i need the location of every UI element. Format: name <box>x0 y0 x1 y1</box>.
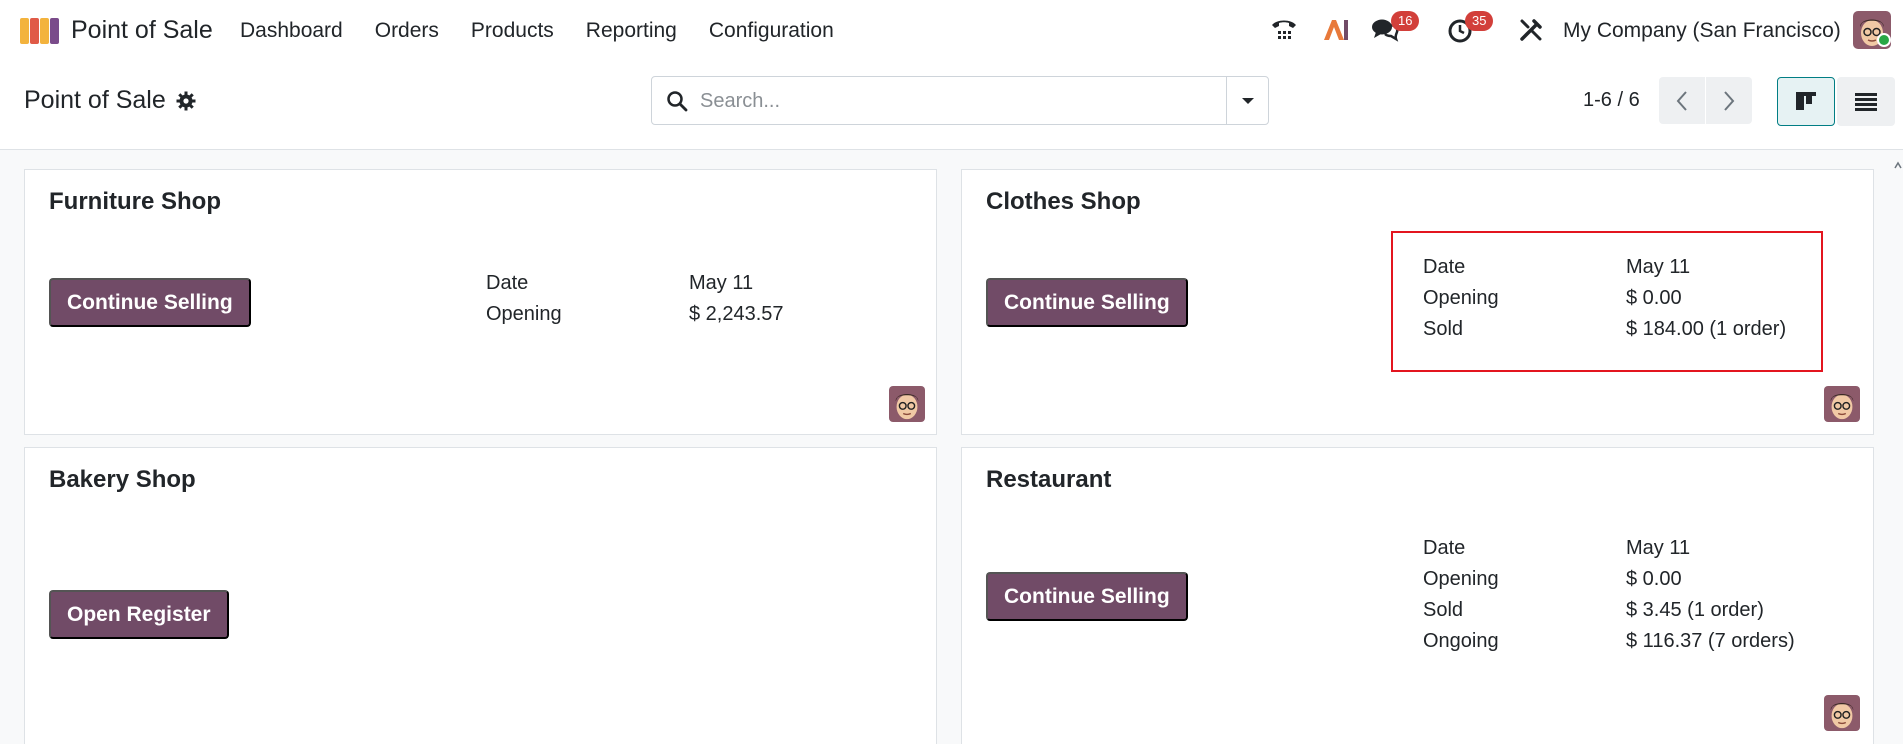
pager-next-button[interactable] <box>1706 77 1752 124</box>
stat-label: Opening <box>1423 568 1499 590</box>
menu-item-configuration[interactable]: Configuration <box>709 19 834 43</box>
stat-label: Date <box>1423 537 1466 559</box>
stat-label: Ongoing <box>1423 630 1499 652</box>
stat-row: Ongoing $ 116.37 (7 orders) <box>1423 630 1795 661</box>
tools-icon[interactable] <box>1515 14 1547 46</box>
stat-value: $ 3.45 (1 order) <box>1626 599 1764 621</box>
gear-icon[interactable] <box>176 91 196 111</box>
ai-icon[interactable] <box>1320 14 1352 46</box>
stat-value: $ 116.37 (7 orders) <box>1626 630 1795 652</box>
card-title[interactable]: Bakery Shop <box>49 466 196 494</box>
messages-badge: 16 <box>1391 11 1420 31</box>
breadcrumb: Point of Sale <box>24 86 196 115</box>
pos-card-furniture-shop[interactable]: Furniture Shop Continue Selling Date May… <box>24 169 937 435</box>
stat-row: Opening $ 2,243.57 <box>486 303 784 334</box>
top-navbar: Point of Sale Dashboard Orders Products … <box>0 0 1903 60</box>
responsible-avatar[interactable] <box>889 386 925 422</box>
list-icon <box>1855 92 1877 111</box>
stat-row: Opening $ 0.00 <box>1423 568 1795 599</box>
card-title[interactable]: Clothes Shop <box>986 188 1141 216</box>
pos-card-restaurant[interactable]: Restaurant Continue Selling Date May 11 … <box>961 447 1874 744</box>
pager-value[interactable]: 1-6 / 6 <box>1583 89 1640 112</box>
pos-app-icon[interactable] <box>20 16 60 44</box>
chevron-right-icon <box>1724 90 1735 111</box>
company-switcher[interactable]: My Company (San Francisco) <box>1563 19 1841 43</box>
activities-badge: 35 <box>1465 11 1494 31</box>
search-box <box>651 76 1269 125</box>
continue-selling-button[interactable]: Continue Selling <box>986 572 1188 621</box>
stat-row: Date May 11 <box>486 272 784 303</box>
search-input[interactable] <box>700 87 1200 115</box>
continue-selling-button[interactable]: Continue Selling <box>986 278 1188 327</box>
pos-card-clothes-shop[interactable]: Clothes Shop Continue Selling Date May 1… <box>961 169 1874 435</box>
menu-item-products[interactable]: Products <box>471 19 554 43</box>
main-menu: Dashboard Orders Products Reporting Conf… <box>240 19 866 43</box>
kanban-view-button[interactable] <box>1777 77 1835 126</box>
stat-row: Sold $ 3.45 (1 order) <box>1423 599 1795 630</box>
kanban-icon <box>1796 91 1816 110</box>
menu-item-reporting[interactable]: Reporting <box>586 19 677 43</box>
continue-selling-button[interactable]: Continue Selling <box>49 278 251 327</box>
phone-icon[interactable] <box>1268 14 1300 46</box>
pos-card-bakery-shop[interactable]: Bakery Shop Open Register <box>24 447 937 744</box>
stat-value: $ 2,243.57 <box>689 303 784 325</box>
menu-item-orders[interactable]: Orders <box>375 19 439 43</box>
stat-value: May 11 <box>689 272 754 294</box>
list-view-button[interactable] <box>1837 77 1895 126</box>
stat-label: Sold <box>1423 599 1464 621</box>
menu-item-dashboard[interactable]: Dashboard <box>240 19 343 43</box>
stat-row: Date May 11 <box>1423 537 1795 568</box>
highlight-box <box>1391 231 1823 372</box>
card-title[interactable]: Furniture Shop <box>49 188 221 216</box>
app-name[interactable]: Point of Sale <box>71 16 213 45</box>
chevron-left-icon <box>1676 90 1687 111</box>
card-title[interactable]: Restaurant <box>986 466 1111 494</box>
session-stats: Date May 11 Opening $ 0.00 Sold $ 3.45 (… <box>1423 537 1795 661</box>
pager-previous-button[interactable] <box>1659 77 1705 124</box>
search-icon <box>667 91 688 112</box>
control-panel: Point of Sale Search... 1-6 / 6 <box>0 60 1903 150</box>
responsible-avatar[interactable] <box>1824 386 1860 422</box>
stat-label: Date <box>486 272 529 294</box>
stat-value: $ 0.00 <box>1626 568 1682 590</box>
stat-value: May 11 <box>1626 537 1691 559</box>
responsible-avatar[interactable] <box>1824 695 1860 731</box>
session-stats: Date May 11 Opening $ 2,243.57 <box>486 272 784 334</box>
scrollbar-arrow-icon[interactable] <box>1893 160 1903 170</box>
caret-down-icon <box>1242 97 1254 104</box>
open-register-button[interactable]: Open Register <box>49 590 229 639</box>
online-status-dot <box>1877 33 1891 47</box>
search-options-toggle[interactable] <box>1226 77 1269 124</box>
page-title: Point of Sale <box>24 86 166 114</box>
stat-label: Opening <box>486 303 562 325</box>
